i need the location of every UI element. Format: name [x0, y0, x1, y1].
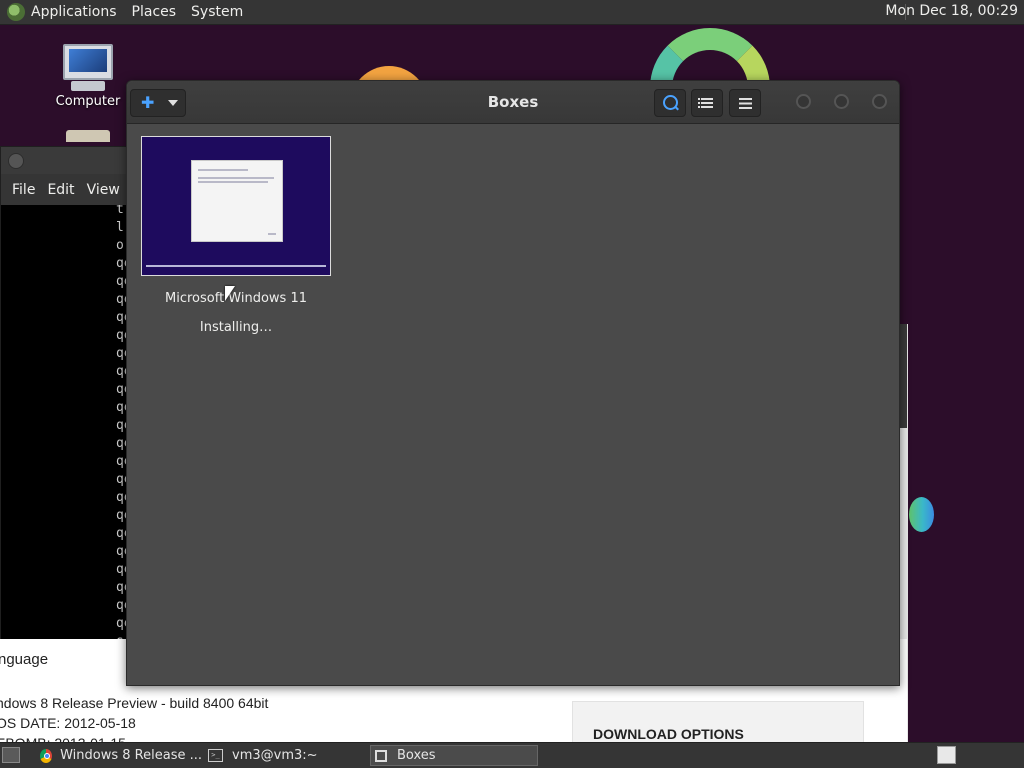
- taskbar-item-label: vm3@vm3:~: [232, 748, 318, 763]
- taskbar-item-boxes[interactable]: Boxes: [370, 745, 538, 766]
- close-button[interactable]: [872, 94, 887, 109]
- dialog-line: [198, 177, 274, 179]
- vm-thumbnail[interactable]: [141, 136, 331, 276]
- terminal-line: t: [116, 205, 124, 217]
- gnome-foot-icon[interactable]: [7, 3, 25, 21]
- terminal-menubar: File Edit View: [1, 174, 131, 205]
- page-heading: nguage: [0, 651, 49, 668]
- menu-edit[interactable]: Edit: [47, 182, 74, 198]
- boxes-icon: [375, 749, 387, 762]
- bottom-panel: Windows 8 Release ... >_ vm3@vm3:~ Boxes: [0, 742, 1024, 768]
- search-button[interactable]: [654, 89, 686, 117]
- page-text-line: OS DATE: 2012-05-18: [0, 715, 136, 731]
- list-view-icon: [698, 98, 713, 109]
- vm-status: Installing…: [199, 320, 273, 335]
- vm-setup-dialog: [191, 160, 283, 242]
- desktop-icon-computer[interactable]: Computer: [50, 44, 126, 109]
- menu-places[interactable]: Places: [132, 4, 177, 20]
- vm-name: Microsoft Windows 11: [165, 291, 307, 306]
- clock[interactable]: Mon Dec 18, 00:29: [885, 3, 1018, 19]
- terminal-icon: >_: [208, 749, 223, 762]
- menu-view[interactable]: View: [87, 182, 120, 198]
- menu-applications[interactable]: Applications: [31, 4, 117, 20]
- terminal-window[interactable]: File Edit View t l o: qe qe qe qe qe qe qe qe qe qe q…: [0, 146, 132, 641]
- terminal-line: l: [116, 220, 124, 235]
- boxes-window[interactable]: ✚ Boxes Microsoft Windows 11 Installing…: [126, 80, 900, 686]
- desktop-icon-label: Computer: [55, 94, 121, 109]
- window-title: Boxes: [487, 93, 539, 111]
- search-icon: [663, 95, 678, 110]
- hamburger-menu-icon: [739, 98, 752, 109]
- menu-button[interactable]: [729, 89, 761, 117]
- computer-icon-base: [71, 81, 105, 91]
- taskbar-item-label: Boxes: [397, 748, 436, 763]
- vm-tile[interactable]: Microsoft Windows 11 Installing…: [141, 136, 331, 335]
- show-desktop-button[interactable]: [2, 747, 20, 763]
- headerbar[interactable]: ✚ Boxes: [127, 81, 899, 124]
- window-control-icon[interactable]: [8, 153, 24, 169]
- taskbar-item-terminal[interactable]: >_ vm3@vm3:~: [204, 745, 370, 766]
- chrome-icon: [40, 748, 53, 763]
- download-options-heading: DOWNLOAD OPTIONS: [593, 726, 744, 742]
- menu-system[interactable]: System: [191, 4, 243, 20]
- menu-file[interactable]: File: [12, 182, 35, 198]
- dialog-button: [268, 233, 276, 235]
- workspace-switcher[interactable]: [937, 746, 956, 764]
- dialog-line: [198, 169, 248, 171]
- folder-icon[interactable]: [66, 130, 110, 142]
- dialog-line: [198, 181, 268, 183]
- computer-icon: [63, 44, 113, 80]
- maximize-button[interactable]: [834, 94, 849, 109]
- download-options-box: DOWNLOAD OPTIONS: [572, 701, 864, 743]
- mouse-cursor: [225, 286, 235, 301]
- vm-setup-progress: [146, 265, 326, 267]
- page-text-line: ndows 8 Release Preview - build 8400 64b…: [0, 695, 269, 711]
- taskbar-item-label: Windows 8 Release ...: [60, 748, 202, 763]
- terminal-titlebar[interactable]: [1, 147, 131, 174]
- minimize-button[interactable]: [796, 94, 811, 109]
- taskbar-item-browser[interactable]: Windows 8 Release ...: [36, 745, 202, 766]
- list-view-button[interactable]: [691, 89, 723, 117]
- top-panel: Applications Places System Mon Dec 18, 0…: [0, 0, 1024, 25]
- terminal-output[interactable]: t l o: qe qe qe qe qe qe qe qe qe qe qe qe qe qe qe qe qe qe…: [1, 205, 131, 640]
- wallpaper-shape-oval: [909, 497, 934, 532]
